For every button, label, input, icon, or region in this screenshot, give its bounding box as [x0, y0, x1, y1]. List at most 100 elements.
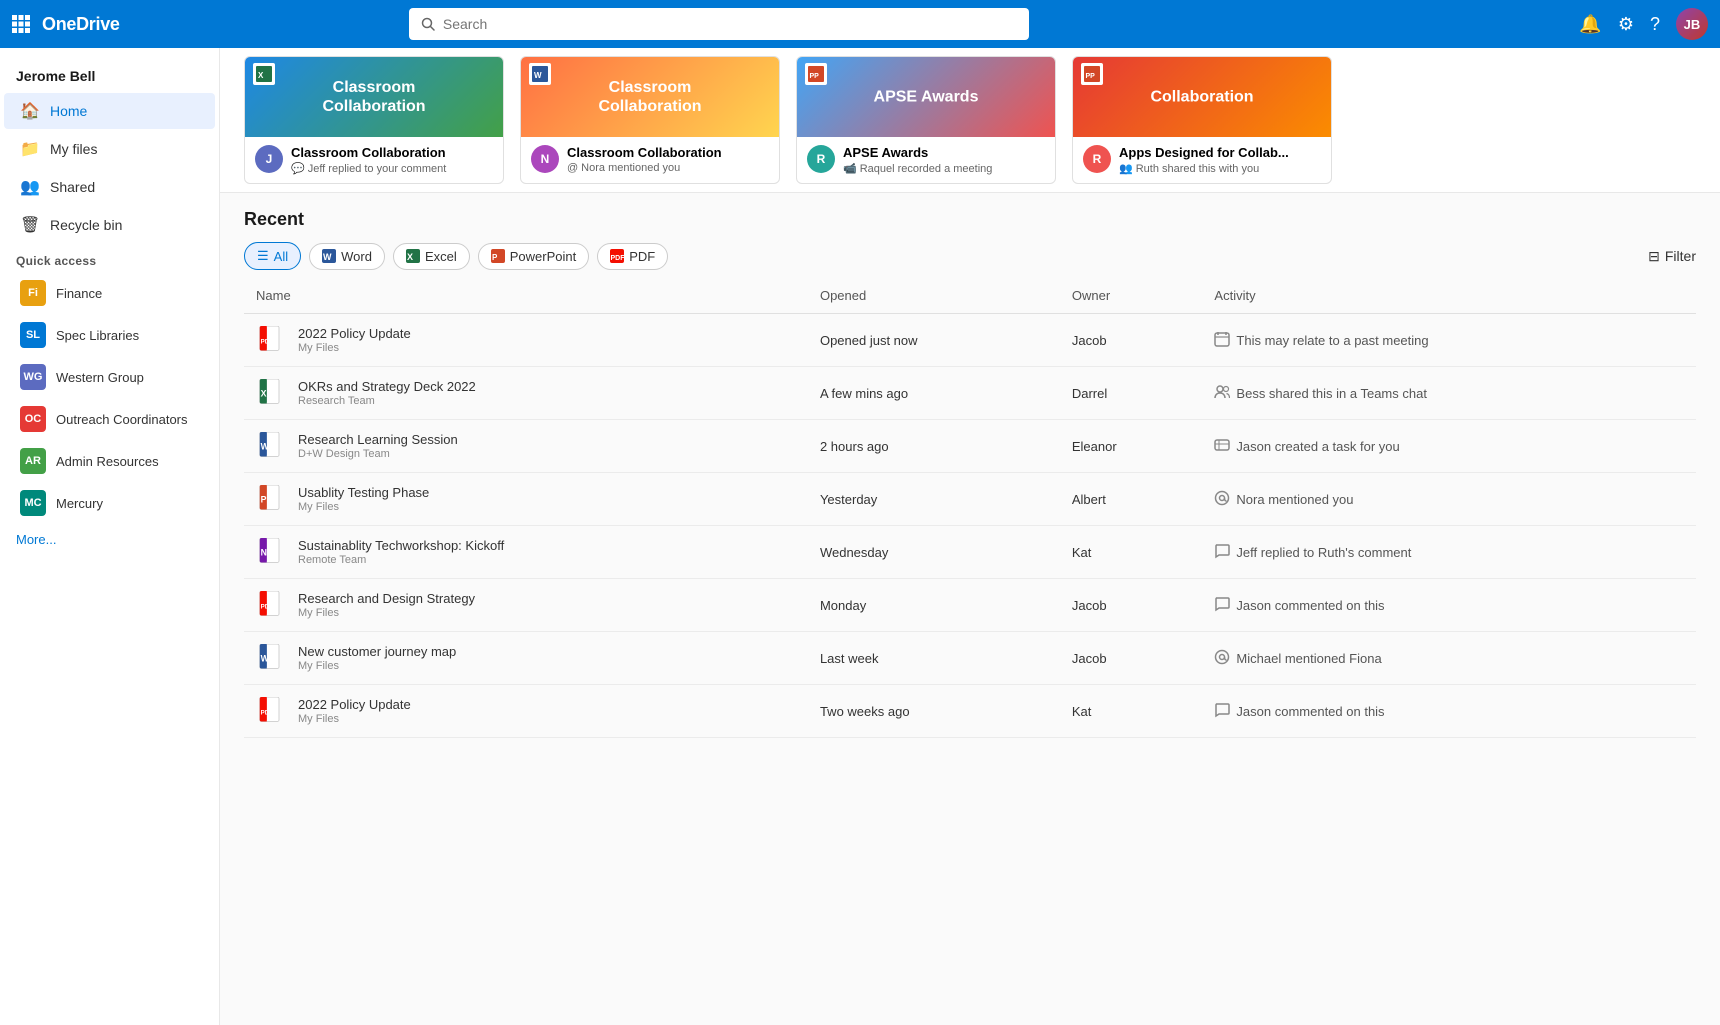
activity-card[interactable]: W ClassroomCollaboration N Classroom Col… — [520, 56, 780, 184]
card-thumbnail: PP APSE Awards — [797, 57, 1055, 137]
sidebar-item-home[interactable]: 🏠 Home — [4, 93, 215, 129]
quick-item-label: Outreach Coordinators — [56, 412, 188, 427]
sidebar-item-label: My files — [50, 141, 97, 157]
file-owner-cell: Kat — [1060, 685, 1203, 738]
filter-pdf-button[interactable]: PDF PDF — [597, 243, 668, 270]
file-name: Research Learning Session — [298, 432, 458, 447]
filter-word-button[interactable]: W Word — [309, 243, 385, 270]
recent-section: Recent ☰ All W Word X Excel P PowerPoint — [220, 193, 1720, 738]
waffle-icon[interactable] — [12, 15, 30, 33]
help-icon[interactable]: ? — [1650, 14, 1660, 35]
table-row[interactable]: PDF 2022 Policy Update My Files Two week… — [244, 685, 1696, 738]
home-icon: 🏠 — [20, 101, 40, 121]
excel-icon: X — [406, 249, 420, 263]
card-title: APSE Awards — [843, 145, 992, 160]
file-location: My Files — [298, 342, 411, 354]
col-owner: Owner — [1060, 278, 1203, 314]
sidebar-item-recycle[interactable]: 🗑 Recycle bin — [4, 207, 215, 243]
activity-icon — [1214, 596, 1230, 615]
file-owner-cell: Jacob — [1060, 579, 1203, 632]
activity-icon — [1214, 649, 1230, 668]
file-name: 2022 Policy Update — [298, 697, 411, 712]
file-activity-cell: Bess shared this in a Teams chat — [1202, 367, 1696, 420]
file-type-icon: PDF — [256, 695, 288, 727]
sidebar-item-finance[interactable]: Fi Finance — [4, 273, 215, 313]
card-info: J Classroom Collaboration 💬 Jeff replied… — [245, 137, 503, 183]
western-group-icon: WG — [20, 364, 46, 390]
file-opened-cell: Monday — [808, 579, 1060, 632]
file-activity-cell: Michael mentioned Fiona — [1202, 632, 1696, 685]
file-opened-cell: A few mins ago — [808, 367, 1060, 420]
layout: Jerome Bell 🏠 Home 📁 My files 👥 Shared 🗑… — [0, 48, 1720, 1025]
table-row[interactable]: N Sustainablity Techworkshop: Kickoff Re… — [244, 526, 1696, 579]
table-row[interactable]: P Usablity Testing Phase My Files Yester… — [244, 473, 1696, 526]
table-row[interactable]: W Research Learning Session D+W Design T… — [244, 420, 1696, 473]
svg-text:PDF: PDF — [261, 604, 273, 611]
file-opened-cell: Last week — [808, 632, 1060, 685]
recent-table: Name Opened Owner Activity PDF 2022 Poli… — [244, 278, 1696, 738]
table-row[interactable]: W New customer journey map My Files Last… — [244, 632, 1696, 685]
activity-icon — [1214, 702, 1230, 721]
settings-icon[interactable]: ⚙ — [1618, 14, 1634, 35]
topbar: OneDrive 🔔 ⚙ ? JB — [0, 0, 1720, 48]
file-name: 2022 Policy Update — [298, 326, 411, 341]
sidebar-item-myfiles[interactable]: 📁 My files — [4, 131, 215, 167]
filter-text: Filter — [1665, 248, 1696, 264]
activity-text: Nora mentioned you — [1236, 492, 1353, 507]
activity-card[interactable]: PP Collaboration R Apps Designed for Col… — [1072, 56, 1332, 184]
filter-icon: ☰ — [257, 248, 269, 264]
filter-powerpoint-button[interactable]: P PowerPoint — [478, 243, 589, 270]
filter-label: All — [274, 249, 288, 264]
word-icon: W — [322, 249, 336, 263]
recent-title: Recent — [244, 209, 1696, 230]
file-location: D+W Design Team — [298, 448, 458, 460]
sidebar-item-outreach[interactable]: OC Outreach Coordinators — [4, 399, 215, 439]
card-meta: 💬 Jeff replied to your comment — [291, 162, 446, 175]
table-row[interactable]: PDF Research and Design Strategy My File… — [244, 579, 1696, 632]
activity-card[interactable]: PP APSE Awards R APSE Awards 📹 Raquel re… — [796, 56, 1056, 184]
file-activity-cell: Jason commented on this — [1202, 579, 1696, 632]
notification-icon[interactable]: 🔔 — [1579, 14, 1601, 35]
filter-label: PowerPoint — [510, 249, 576, 264]
file-name-cell: P Usablity Testing Phase My Files — [244, 473, 808, 526]
mercury-icon: MC — [20, 490, 46, 516]
table-row[interactable]: X OKRs and Strategy Deck 2022 Research T… — [244, 367, 1696, 420]
filter-button[interactable]: ⊟ Filter — [1648, 248, 1696, 265]
file-name-cell: PDF 2022 Policy Update My Files — [244, 685, 808, 738]
file-type-icon: PDF — [256, 589, 288, 621]
search-input[interactable] — [443, 16, 1017, 32]
svg-text:PDF: PDF — [261, 710, 273, 717]
filter-all-button[interactable]: ☰ All — [244, 242, 301, 270]
activity-card[interactable]: X ClassroomCollaboration J Classroom Col… — [244, 56, 504, 184]
sidebar-item-western-group[interactable]: WG Western Group — [4, 357, 215, 397]
activity-icon — [1214, 384, 1230, 403]
myfiles-icon: 📁 — [20, 139, 40, 159]
table-row[interactable]: PDF 2022 Policy Update My Files Opened j… — [244, 314, 1696, 367]
file-location: My Files — [298, 713, 411, 725]
file-name: Usablity Testing Phase — [298, 485, 429, 500]
sidebar-item-shared[interactable]: 👥 Shared — [4, 169, 215, 205]
sidebar-item-spec-libraries[interactable]: SL Spec Libraries — [4, 315, 215, 355]
svg-text:P: P — [492, 253, 498, 262]
card-meta: @ Nora mentioned you — [567, 162, 722, 174]
search-bar[interactable] — [409, 8, 1029, 40]
file-location: My Files — [298, 501, 429, 513]
filter-excel-button[interactable]: X Excel — [393, 243, 470, 270]
avatar[interactable]: JB — [1676, 8, 1708, 40]
sidebar-item-mercury[interactable]: MC Mercury — [4, 483, 215, 523]
sidebar-item-admin-resources[interactable]: AR Admin Resources — [4, 441, 215, 481]
app-logo[interactable]: OneDrive — [42, 14, 120, 35]
card-thumbnail: W ClassroomCollaboration — [521, 57, 779, 137]
activity-text: Jason commented on this — [1236, 704, 1384, 719]
admin-resources-icon: AR — [20, 448, 46, 474]
card-title: Classroom Collaboration — [291, 145, 446, 160]
shared-icon: 👥 — [20, 177, 40, 197]
file-type-icon: X — [256, 377, 288, 409]
filter-label: Excel — [425, 249, 457, 264]
file-type-icon: PP — [805, 63, 827, 85]
file-name: OKRs and Strategy Deck 2022 — [298, 379, 476, 394]
file-name: Research and Design Strategy — [298, 591, 475, 606]
more-button[interactable]: More... — [0, 524, 219, 555]
file-name-cell: W Research Learning Session D+W Design T… — [244, 420, 808, 473]
file-type-icon: P — [256, 483, 288, 515]
